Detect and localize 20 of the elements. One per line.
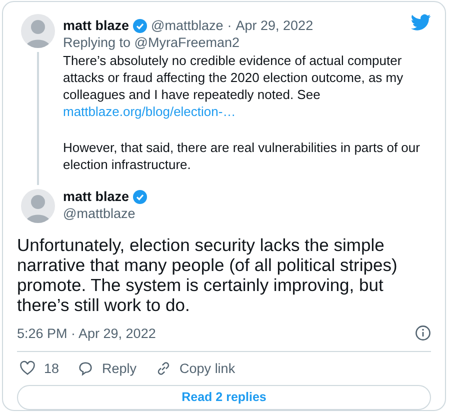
tweet-text: Unfortunately, election security lacks the simple narrative that many people (of all political stripes) promote. The system is certainly improving, but there’s still work to do. — [17, 235, 398, 315]
author-handle[interactable]: @mattblaze — [63, 206, 431, 221]
avatar[interactable] — [21, 14, 55, 48]
reply-button[interactable]: Reply — [77, 360, 137, 377]
bird-logo-icon[interactable] — [411, 14, 431, 31]
author-name[interactable]: matt blaze — [63, 189, 130, 204]
like-button[interactable]: 18 — [19, 360, 60, 377]
heart-icon — [19, 360, 36, 377]
copy-link-button[interactable]: Copy link — [154, 360, 236, 377]
author-name[interactable]: matt blaze — [63, 18, 130, 33]
tweet-date[interactable]: Apr 29, 2022 — [236, 18, 314, 33]
author-handle[interactable]: @mattblaze — [151, 18, 224, 33]
separator: · — [227, 18, 232, 33]
tweet-timestamp[interactable]: 5:26 PM · Apr 29, 2022 — [17, 326, 156, 340]
replying-to-text: Replying to @MyraFreeman2 — [63, 35, 241, 50]
info-icon[interactable] — [415, 325, 431, 341]
avatar[interactable] — [21, 189, 55, 223]
speech-bubble-icon — [77, 360, 94, 377]
tweet-text: However, that said, there are real vulnerabilities in parts of our election infrastructure. — [63, 139, 421, 173]
tweet-text: There’s absolutely no credible evidence of actual computer attacks or fraud affecting the 2020 election outcome, as my colleagues and I have repeatedly noted. See mattblaze.org/blog/election-… — [63, 52, 404, 120]
